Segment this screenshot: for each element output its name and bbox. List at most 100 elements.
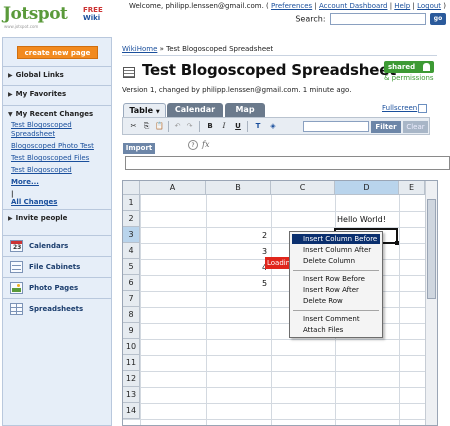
underline-button[interactable]: U	[233, 121, 243, 132]
column-header-e[interactable]: E	[399, 181, 425, 195]
cell-d2[interactable]: Hello World!	[337, 212, 386, 227]
menu-delete-column[interactable]: Delete Column	[292, 256, 380, 266]
redo-icon[interactable]: ↷	[185, 121, 194, 132]
column-header-c[interactable]: C	[271, 181, 335, 195]
recent-item-files-link[interactable]: Test Blogoscoped Files	[11, 154, 111, 163]
preferences-link[interactable]: Preferences	[271, 2, 312, 10]
row-header-12[interactable]: 12	[123, 371, 140, 387]
menu-insert-row-after[interactable]: Insert Row After	[292, 285, 380, 295]
row-header-4[interactable]: 4	[123, 243, 140, 259]
grid-line	[123, 323, 437, 324]
row-header-2[interactable]: 2	[123, 211, 140, 227]
row-header-11[interactable]: 11	[123, 355, 140, 371]
row-header-5[interactable]: 5	[123, 259, 140, 275]
row-header-9[interactable]: 9	[123, 323, 140, 339]
fullscreen-icon[interactable]	[418, 104, 427, 113]
breadcrumb-wikihome-link[interactable]: WikiHome	[122, 45, 157, 53]
clear-button[interactable]: Clear	[403, 121, 428, 133]
tab-map[interactable]: Map	[225, 103, 265, 117]
recent-changes-header[interactable]: ▼ My Recent Changes	[3, 106, 111, 121]
row-header-3[interactable]: 3	[123, 227, 140, 243]
paste-icon[interactable]: 📋	[155, 121, 164, 132]
person-icon	[423, 63, 430, 71]
italic-button[interactable]: I	[219, 121, 229, 132]
column-header-a[interactable]: A	[140, 181, 206, 195]
text-color-icon[interactable]: T	[253, 121, 263, 132]
filter-button[interactable]: Filter	[371, 121, 401, 133]
grid-line	[123, 403, 437, 404]
recent-item-spreadsheet-link[interactable]: Test Blogoscoped Spreadsheet	[11, 121, 101, 139]
row-header-8[interactable]: 8	[123, 307, 140, 323]
undo-icon[interactable]: ↶	[173, 121, 182, 132]
menu-insert-row-before[interactable]: Insert Row Before	[292, 274, 380, 284]
shared-badge[interactable]: shared	[384, 61, 434, 73]
grid-line	[123, 291, 437, 292]
menu-delete-row[interactable]: Delete Row	[292, 296, 380, 306]
row-header-10[interactable]: 10	[123, 339, 140, 355]
spreadsheet-grid[interactable]: A B C D E 1 2 3 4 5 6 7 8 9 10 11 12 13 …	[122, 180, 438, 426]
grid-line	[123, 339, 437, 340]
page-title: Test Blogoscoped Spreadsheet	[142, 61, 397, 79]
row-header-14[interactable]: 14	[123, 403, 140, 419]
menu-insert-column-before[interactable]: Insert Column Before	[292, 234, 380, 244]
row-header-1[interactable]: 1	[123, 195, 140, 211]
help-icon[interactable]: ?	[188, 140, 198, 150]
vertical-scrollbar[interactable]	[425, 181, 437, 425]
formula-input[interactable]	[125, 156, 450, 170]
corner-header[interactable]	[123, 181, 140, 195]
help-link[interactable]: Help	[394, 2, 410, 10]
sidebar-invite-people[interactable]: ▶ Invite people	[3, 209, 111, 225]
sidebar-app-file-cabinets[interactable]: File Cabinets	[3, 256, 111, 276]
search-input[interactable]	[329, 13, 426, 25]
sidebar-app-photo-pages[interactable]: Photo Pages	[3, 277, 111, 297]
sidebar-global-links[interactable]: ▶ Global Links	[3, 66, 111, 82]
column-header-b[interactable]: B	[206, 181, 271, 195]
grid-line	[123, 355, 437, 356]
jotspot-logo[interactable]: Jotspot FREE Wiki www.jotspot.com	[3, 3, 105, 30]
cell-b6[interactable]: 5	[262, 276, 267, 291]
bold-button[interactable]: B	[205, 121, 215, 132]
menu-attach-files[interactable]: Attach Files	[292, 325, 380, 335]
tab-calendar[interactable]: Calendar	[167, 103, 223, 117]
filter-input[interactable]	[303, 121, 369, 132]
import-button[interactable]: Import	[123, 143, 155, 154]
cell-b3[interactable]: 2	[262, 228, 267, 243]
all-changes-link[interactable]: All Changes	[11, 198, 111, 207]
photo-icon	[10, 282, 23, 294]
logo-wordmark: Jotspot	[3, 4, 68, 24]
recent-item-blogoscoped-link[interactable]: Test Blogoscoped	[11, 166, 111, 175]
column-header-d[interactable]: D	[335, 181, 399, 195]
grid-line	[399, 181, 400, 425]
scrollbar-thumb[interactable]	[427, 199, 436, 299]
permissions-link[interactable]: & permissions	[384, 74, 434, 82]
sidebar-app-spreadsheets[interactable]: Spreadsheets	[3, 298, 111, 318]
row-header-7[interactable]: 7	[123, 291, 140, 307]
recent-item-photo-link[interactable]: Blogoscoped Photo Test	[11, 142, 111, 151]
search-go-button[interactable]: go	[430, 13, 446, 25]
sidebar-app-calendars[interactable]: 23 Calendars	[3, 235, 111, 255]
recent-more-row: More... | All Changes	[11, 178, 111, 207]
fill-color-icon[interactable]: ◈	[267, 121, 279, 132]
copy-icon[interactable]: ⎘	[142, 121, 151, 132]
formula-icon: fx	[202, 140, 210, 149]
logo-wiki: Wiki	[83, 14, 101, 22]
sidebar-recent-changes: ▼ My Recent Changes Test Blogoscoped Spre…	[3, 105, 111, 210]
logout-link[interactable]: Logout	[417, 2, 441, 10]
create-new-page-button[interactable]: create new page	[17, 46, 98, 59]
fill-handle[interactable]	[395, 241, 399, 245]
menu-insert-comment[interactable]: Insert Comment	[292, 314, 380, 324]
breadcrumb-current: Test Blogoscoped Spreadsheet	[166, 45, 274, 53]
sidebar-my-favorites[interactable]: ▶ My Favorites	[3, 85, 111, 101]
account-dashboard-link[interactable]: Account Dashboard	[319, 2, 387, 10]
menu-insert-column-after[interactable]: Insert Column After	[292, 245, 380, 255]
spreadsheet-toolbar: ✂ ⎘ 📋 ↶ ↷ B I U T ◈ Filter Clear	[122, 117, 430, 135]
more-link[interactable]: More...	[11, 178, 111, 187]
fullscreen-link[interactable]: Fullscreen	[382, 104, 417, 112]
calendars-label: Calendars	[29, 242, 69, 250]
row-header-6[interactable]: 6	[123, 275, 140, 291]
tab-table-label: Table	[129, 106, 154, 115]
cut-icon[interactable]: ✂	[129, 121, 138, 132]
tab-table[interactable]: Table ▼	[123, 103, 166, 117]
row-header-13[interactable]: 13	[123, 387, 140, 403]
breadcrumb: WikiHome » Test Blogoscoped Spreadsheet	[122, 45, 273, 53]
